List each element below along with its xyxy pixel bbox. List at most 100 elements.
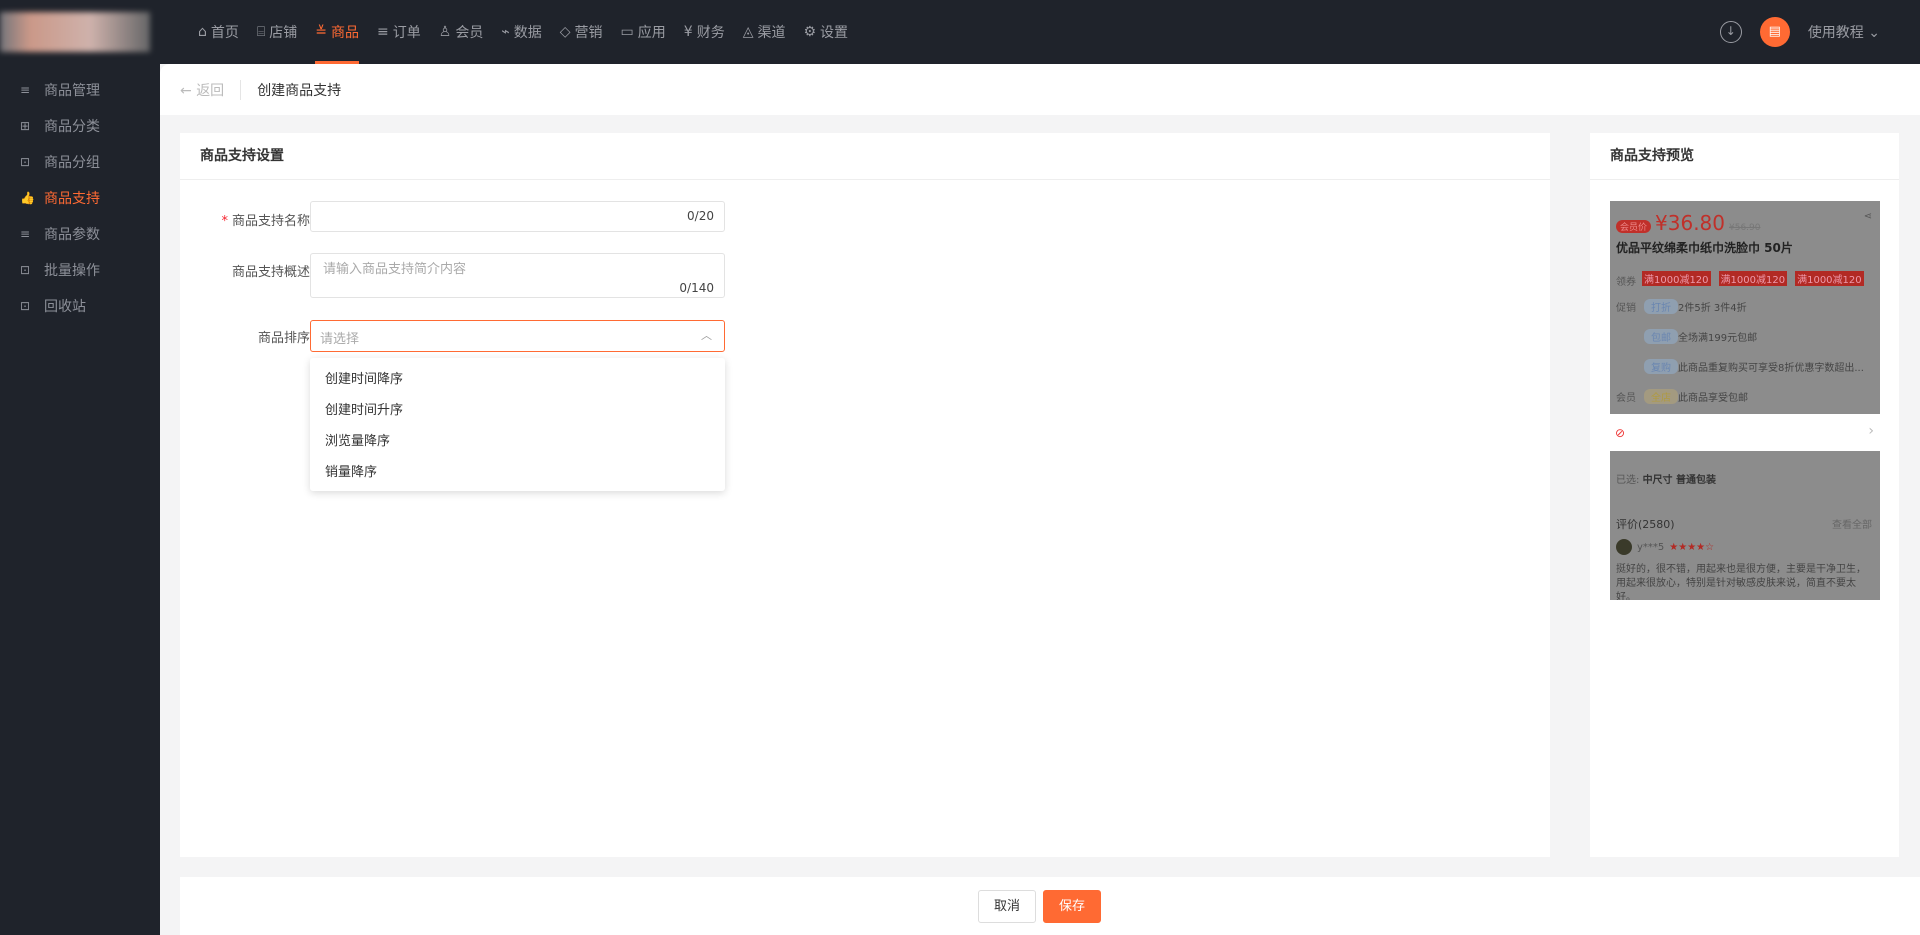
- nav-label: 数据: [513, 25, 542, 41]
- chevron-down-icon: ⌄: [1868, 25, 1880, 41]
- sidebar-item-label: 批量操作: [44, 263, 100, 279]
- view-all: 查看全部: [1832, 520, 1872, 531]
- nav-item-3[interactable]: ≡ 订单: [369, 0, 429, 64]
- save-button[interactable]: 保存: [1043, 890, 1101, 923]
- desc-placeholder: 请输入商品支持简介内容: [323, 262, 467, 277]
- user-icon: ♙: [438, 24, 452, 40]
- page-title: 创建商品支持: [257, 82, 342, 99]
- nav-item-7[interactable]: ▭ 应用: [613, 0, 674, 64]
- sidebar-item-2[interactable]: ⊡ 商品分组: [20, 152, 100, 172]
- coupon-label: 领券: [1616, 277, 1636, 288]
- card-title: 商品支持设置: [180, 133, 1550, 180]
- review-text: 挺好的，很不错，用起来也是很方便，主要是干净卫生，用起来很放心，特别是针对敏感皮…: [1616, 564, 1866, 600]
- coupon: 满1000减120: [1642, 271, 1711, 286]
- coupon: 满1000减120: [1795, 271, 1864, 286]
- tag-member: 全店: [1644, 389, 1678, 404]
- support-check-icon: ⊘: [1615, 426, 1626, 440]
- sort-select[interactable]: 请选择 ︿: [310, 320, 725, 352]
- sidebar-item-1[interactable]: ⊞ 商品分类: [20, 116, 100, 136]
- nav-label: 店铺: [269, 25, 298, 41]
- nav-item-10[interactable]: ⚙ 设置: [795, 0, 856, 64]
- shop-avatar[interactable]: ▤: [1759, 17, 1790, 47]
- discount-text: 2件5折 3件4折: [1678, 303, 1747, 314]
- nav-label: 财务: [696, 25, 725, 41]
- selected-label: 已选:: [1616, 475, 1640, 486]
- cancel-button[interactable]: 取消: [978, 890, 1036, 923]
- sidebar-item-4[interactable]: ≡ 商品参数: [20, 224, 100, 244]
- review-title: 评价(2580): [1616, 518, 1675, 531]
- nav-item-8[interactable]: ¥ 财务: [676, 0, 733, 64]
- help-menu[interactable]: 使用教程 ⌄: [1808, 22, 1880, 42]
- member-price-badge: 会员价: [1616, 220, 1652, 233]
- sort-dropdown: 创建时间降序 创建时间升序 浏览量降序 销量降序: [310, 358, 725, 491]
- sidebar-item-3[interactable]: 👍 商品支持: [20, 188, 100, 208]
- tag-discount: 打折: [1644, 299, 1678, 314]
- nav-item-9[interactable]: ◬ 渠道: [735, 0, 794, 64]
- nav-label: 设置: [820, 25, 849, 41]
- tag-ship: 包邮: [1644, 329, 1678, 344]
- product-name: 优品平纹绵柔巾纸巾洗脸巾 50片: [1616, 241, 1793, 255]
- sidebar-item-label: 商品支持: [44, 191, 100, 207]
- sort-placeholder: 请选择: [320, 332, 360, 347]
- sort-option[interactable]: 浏览量降序: [310, 426, 725, 457]
- goods-icon: ≚: [315, 24, 328, 40]
- nav-label: 会员: [455, 25, 484, 41]
- preview-product-image: 会员价 ¥36.80 ¥56.90 ⋖ 优品平纹绵柔巾纸巾洗脸巾 50片 领券 …: [1610, 201, 1880, 414]
- reviewer-name: y***5: [1637, 541, 1665, 553]
- settings-card: 商品支持设置 * 商品支持名称 0/20 商品支持概述 请输入商品支持简介内容 0/…: [180, 133, 1550, 857]
- share-icon: ⋖: [1863, 211, 1872, 222]
- doc-icon: ≡: [20, 227, 31, 241]
- sidebar-item-label: 回收站: [44, 299, 86, 315]
- name-input[interactable]: 0/20: [310, 201, 725, 232]
- old-price: ¥56.90: [1729, 223, 1761, 233]
- sidebar-item-5[interactable]: ⊡ 批量操作: [20, 260, 100, 280]
- sidebar: ≡ 商品管理 ⊞ 商品分类 ⊡ 商品分组 👍 商品支持 ≡ 商品参数 ⊡ 批量操作 ⊡ 回收站: [0, 64, 160, 935]
- coupon: 满1000减120: [1718, 271, 1788, 286]
- sort-label: 商品排序: [257, 331, 310, 346]
- nav-item-0[interactable]: ⌂ 首页: [190, 0, 247, 64]
- chevron-right-icon[interactable]: ›: [1868, 423, 1874, 439]
- tag-icon: ◇: [559, 24, 571, 40]
- folder-icon: ⊡: [20, 263, 31, 277]
- nav-label: 营销: [574, 25, 603, 41]
- app-icon: ▭: [620, 24, 634, 40]
- chart-icon: ⌁: [501, 24, 510, 40]
- nav-item-6[interactable]: ◇ 营销: [552, 0, 611, 64]
- thumbs-up-icon: 👍: [20, 191, 35, 205]
- chevron-up-icon: ︿: [701, 329, 712, 342]
- desc-label: 商品支持概述: [231, 265, 310, 280]
- nav-item-4[interactable]: ♙ 会员: [431, 0, 492, 64]
- sort-option[interactable]: 创建时间降序: [310, 364, 725, 395]
- nav-label: 订单: [392, 25, 421, 41]
- preview-card: 商品支持预览 会员价 ¥36.80 ¥56.90 ⋖ 优品平纹绵柔巾纸巾洗脸巾 …: [1590, 133, 1899, 857]
- order-icon: ≡: [377, 24, 389, 40]
- sidebar-item-label: 商品参数: [44, 227, 100, 243]
- desc-textarea[interactable]: 请输入商品支持简介内容 0/140: [310, 253, 725, 298]
- nav-item-5[interactable]: ⌁ 数据: [493, 0, 549, 64]
- star-rating: ★★★★☆: [1669, 541, 1715, 553]
- name-label: * 商品支持名称: [221, 214, 310, 229]
- sort-option[interactable]: 销量降序: [310, 457, 725, 488]
- finance-icon: ¥: [683, 24, 693, 40]
- nav-label: 应用: [637, 25, 666, 41]
- name-counter: 0/20: [687, 209, 714, 223]
- sidebar-item-label: 商品分组: [44, 155, 100, 171]
- main-nav: ⌂ 首页 ⌸ 店铺 ≚ 商品 ≡ 订单 ♙ 会员 ⌁ 数据 ◇ 营销 ▭ 应用 ¥ 财务 ◬ 渠道 ⚙ 设置: [190, 0, 858, 64]
- help-label: 使用教程: [1807, 25, 1864, 41]
- sidebar-item-6[interactable]: ⊡ 回收站: [20, 296, 86, 316]
- back-link[interactable]: ← 返回: [180, 79, 242, 100]
- grid-icon: ⊞: [20, 119, 31, 133]
- back-label: 返回: [196, 82, 225, 99]
- nav-item-1[interactable]: ⌸ 店铺: [249, 0, 305, 64]
- channel-icon: ◬: [742, 24, 754, 40]
- download-icon[interactable]: ↓: [1719, 21, 1742, 43]
- sidebar-item-0[interactable]: ≡ 商品管理: [20, 80, 100, 100]
- nav-item-2[interactable]: ≚ 商品: [307, 0, 367, 64]
- nav-label: 渠道: [757, 25, 786, 41]
- folder-icon: ⊡: [20, 299, 31, 313]
- breadcrumb: ← 返回 创建商品支持: [160, 64, 1920, 115]
- preview-title: 商品支持预览: [1590, 133, 1899, 180]
- gear-icon: ⚙: [803, 24, 817, 40]
- shop-icon: ⌸: [256, 24, 266, 40]
- sort-option[interactable]: 创建时间升序: [310, 395, 725, 426]
